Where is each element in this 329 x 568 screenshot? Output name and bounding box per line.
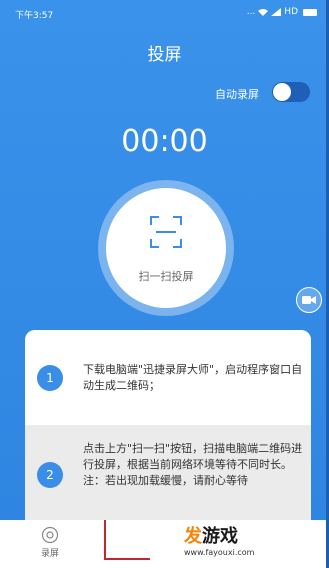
wifi-icon [258,9,269,16]
highlight-bracket [104,520,150,560]
watermark: 发游戏 www.fayouxi.com [184,522,254,557]
step-number-badge: 1 [37,365,63,391]
status-bar: 下午3:57 ... HD [0,0,329,22]
step-item: 1 下载电脑端"迅捷录屏大师"，启动程序窗口自动生成二维码； [25,330,311,425]
instructions-card: 1 下载电脑端"迅捷录屏大师"，启动程序窗口自动生成二维码； 2 点击上方"扫一… [25,330,311,530]
step-item: 2 点击上方"扫一扫"按钮，扫描电脑端二维码进行投屏，根据当前网络环境等待不同时… [25,425,311,530]
network-type: HD [284,7,298,17]
video-camera-icon [302,296,316,304]
battery-icon [303,8,317,16]
app-screen: 下午3:57 ... HD 投屏 自动录屏 00:00 扫一扫投屏 1 下载电脑… [0,0,329,568]
auto-record-label: 自动录屏 [215,88,259,101]
watermark-url: www.fayouxi.com [184,548,255,557]
scan-cast-button[interactable]: 扫一扫投屏 [106,188,226,308]
bottom-nav: 录屏 [0,520,329,568]
record-timer: 00:00 [121,124,208,159]
nav-item-label: 录屏 [40,549,59,559]
record-icon [41,526,59,544]
step-text: 下载电脑端"迅捷录屏大师"，启动程序窗口自动生成二维码； [83,363,303,392]
toggle-knob [273,83,291,101]
nav-item-record[interactable]: 录屏 [30,526,70,559]
signal-icon [271,8,282,16]
scan-cast-label: 扫一扫投屏 [138,270,194,283]
status-time: 下午3:57 [15,11,54,21]
status-icons: ... HD [247,7,317,17]
step-number-badge: 2 [37,462,63,488]
step-text: 点击上方"扫一扫"按钮，扫描电脑端二维码进行投屏，根据当前网络环境等待不同时长。… [83,442,303,487]
page-title: 投屏 [147,45,182,65]
auto-record-toggle[interactable] [272,82,310,102]
scan-frame-icon [150,216,182,248]
status-dots: ... [246,7,256,17]
watermark-brand: 发游戏 [184,526,238,547]
video-camera-button[interactable] [296,287,322,313]
